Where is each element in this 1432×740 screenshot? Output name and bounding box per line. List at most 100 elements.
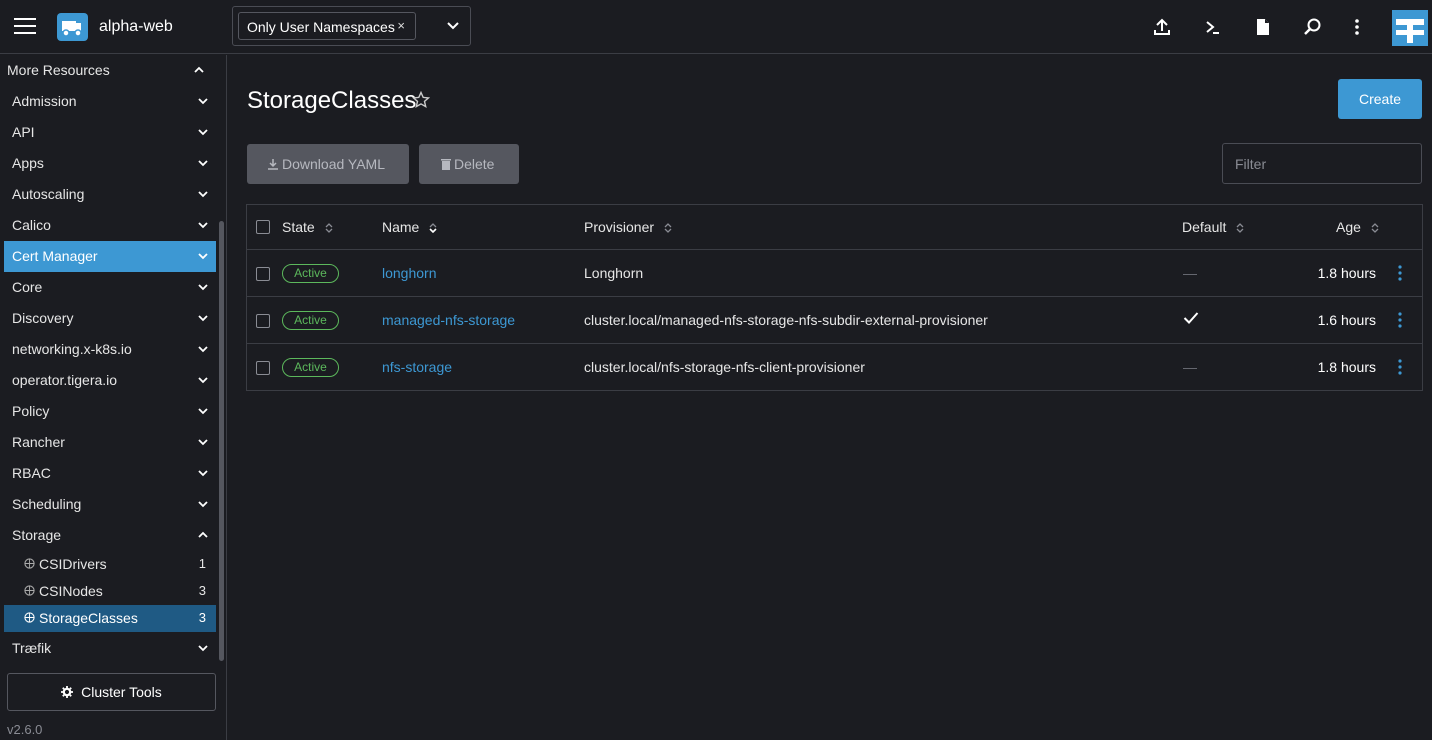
column-label: Name — [382, 219, 420, 235]
age-cell: 1.8 hours — [1317, 359, 1376, 375]
row-checkbox[interactable] — [256, 314, 270, 328]
provisioner-cell: cluster.local/managed-nfs-storage-nfs-su… — [584, 312, 988, 328]
age-cell: 1.8 hours — [1317, 265, 1376, 281]
sidebar-item-csidrivers[interactable]: CSIDrivers 1 — [4, 551, 216, 578]
default-cell: — — [1183, 265, 1197, 281]
sidebar-group-policy[interactable]: Policy — [4, 396, 216, 427]
sidebar-item-storageclasses[interactable]: StorageClasses 3 — [4, 605, 216, 632]
sidebar-group-operator[interactable]: operator.tigera.io — [4, 365, 216, 396]
cluster-tools-button[interactable]: Cluster Tools — [7, 673, 216, 711]
sidebar-group-label: API — [12, 124, 35, 140]
more-vertical-icon[interactable] — [1397, 264, 1403, 282]
row-checkbox[interactable] — [256, 361, 270, 375]
sidebar-item-count: 3 — [198, 610, 206, 625]
chevron-down-icon — [198, 160, 208, 167]
sidebar-group-core[interactable]: Core — [4, 272, 216, 303]
column-state[interactable]: State — [282, 219, 333, 235]
menu-icon[interactable] — [14, 18, 36, 36]
chevron-down-icon — [198, 408, 208, 415]
sidebar-item-label: StorageClasses — [39, 610, 138, 626]
sidebar-item-label: CSIDrivers — [39, 556, 107, 572]
chevron-down-icon — [198, 284, 208, 291]
sidebar-group-admission[interactable]: Admission — [4, 86, 216, 117]
sidebar-group-label: More Resources — [7, 62, 110, 78]
sidebar-group-label: Rancher — [12, 434, 65, 450]
namespace-chip: Only User Namespaces × — [238, 12, 416, 40]
sidebar-group-autoscaling[interactable]: Autoscaling — [4, 179, 216, 210]
kubeconfig-file-icon[interactable] — [1253, 17, 1273, 37]
star-icon[interactable] — [412, 91, 430, 109]
chevron-down-icon — [198, 470, 208, 477]
sort-icon — [664, 223, 672, 234]
column-default[interactable]: Default — [1182, 219, 1244, 235]
sidebar-group-label: Calico — [12, 217, 51, 233]
chevron-down-icon — [198, 645, 208, 652]
sidebar-group-label: Scheduling — [12, 496, 82, 512]
close-icon[interactable]: × — [397, 18, 405, 33]
cluster-logo-icon — [57, 13, 88, 41]
more-vertical-icon[interactable] — [1397, 311, 1403, 329]
storageclass-name-link[interactable]: longhorn — [382, 265, 437, 281]
row-checkbox[interactable] — [256, 267, 270, 281]
select-all-checkbox[interactable] — [256, 220, 270, 234]
user-avatar[interactable] — [1392, 10, 1428, 46]
import-yaml-icon[interactable] — [1152, 17, 1172, 37]
sidebar-group-label: Apps — [12, 155, 44, 171]
delete-button[interactable]: Delete — [419, 144, 519, 184]
storageclass-name-link[interactable]: nfs-storage — [382, 359, 452, 375]
sidebar-group-rbac[interactable]: RBAC — [4, 458, 216, 489]
cluster-tools-label: Cluster Tools — [81, 684, 162, 700]
chevron-down-icon — [198, 315, 208, 322]
chevron-down-icon[interactable] — [446, 19, 460, 33]
sort-icon — [429, 223, 437, 234]
column-age[interactable]: Age — [1336, 219, 1379, 235]
sidebar-group-cert-manager[interactable]: Cert Manager — [4, 241, 216, 272]
sidebar-group-storage[interactable]: Storage — [4, 520, 216, 551]
more-vertical-icon[interactable] — [1397, 358, 1403, 376]
sidebar-group-label: RBAC — [12, 465, 51, 481]
page-title: StorageClasses — [247, 87, 417, 114]
storageclass-name-link[interactable]: managed-nfs-storage — [382, 312, 515, 328]
sidebar-group-scheduling[interactable]: Scheduling — [4, 489, 216, 520]
sidebar-group-apps[interactable]: Apps — [4, 148, 216, 179]
sidebar-item-csinodes[interactable]: CSINodes 3 — [4, 578, 216, 605]
create-button[interactable]: Create — [1338, 79, 1422, 119]
chevron-down-icon — [198, 191, 208, 198]
download-yaml-button[interactable]: Download YAML — [247, 144, 409, 184]
more-vertical-icon[interactable] — [1347, 17, 1367, 37]
sidebar-group-discovery[interactable]: Discovery — [4, 303, 216, 334]
sidebar: More Resources Admission API Apps Autosc… — [0, 55, 227, 740]
namespace-filter-select[interactable]: Only User Namespaces × — [232, 6, 471, 46]
sidebar-group-traefik[interactable]: Træfik — [4, 633, 216, 664]
sidebar-group-label: Policy — [12, 403, 50, 419]
delete-label: Delete — [454, 156, 495, 172]
sidebar-group-api[interactable]: API — [4, 117, 216, 148]
age-cell: 1.6 hours — [1317, 312, 1376, 328]
table-header: State Name Provisioner Default Age — [247, 205, 1422, 250]
download-yaml-label: Download YAML — [282, 156, 385, 172]
sort-icon — [325, 223, 333, 234]
default-cell: — — [1183, 359, 1197, 375]
top-header: alpha-web Only User Namespaces × — [0, 0, 1432, 54]
column-label: Default — [1182, 219, 1227, 235]
cluster-name: alpha-web — [99, 18, 173, 35]
globe-icon — [24, 558, 35, 569]
column-name[interactable]: Name — [382, 219, 437, 235]
column-label: State — [282, 219, 315, 235]
check-icon — [1183, 312, 1199, 324]
chevron-up-icon — [194, 66, 204, 73]
search-icon[interactable] — [1303, 17, 1323, 37]
sidebar-group-networking[interactable]: networking.x-k8s.io — [4, 334, 216, 365]
sidebar-group-label: Autoscaling — [12, 186, 85, 202]
kubectl-shell-icon[interactable] — [1203, 17, 1223, 37]
sidebar-group-calico[interactable]: Calico — [4, 210, 216, 241]
chevron-down-icon — [198, 346, 208, 353]
namespace-chip-label: Only User Namespaces — [247, 19, 395, 35]
sidebar-scrollbar[interactable] — [219, 221, 224, 661]
filter-input[interactable] — [1222, 143, 1422, 184]
provisioner-cell: Longhorn — [584, 265, 644, 281]
column-provisioner[interactable]: Provisioner — [584, 219, 672, 235]
table-row: Active managed-nfs-storage cluster.local… — [247, 297, 1422, 344]
sidebar-group-more-resources[interactable]: More Resources — [0, 55, 212, 86]
sidebar-group-rancher[interactable]: Rancher — [4, 427, 216, 458]
